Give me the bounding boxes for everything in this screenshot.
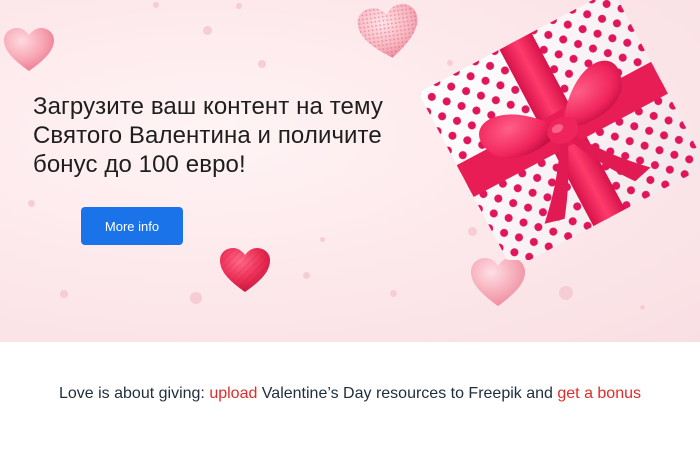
upload-link[interactable]: upload bbox=[209, 385, 257, 402]
valentine-banner: Загрузите ваш контент на тему Святого Ва… bbox=[0, 0, 700, 342]
heart-icon bbox=[4, 28, 54, 71]
promo-footer: Love is about giving: upload Valentine’s… bbox=[0, 342, 700, 450]
bokeh-dot bbox=[236, 3, 242, 9]
bokeh-dot bbox=[303, 272, 310, 279]
bokeh-dot bbox=[203, 26, 212, 35]
bokeh-dot bbox=[559, 286, 573, 300]
bokeh-dot bbox=[60, 290, 68, 298]
banner-headline: Загрузите ваш контент на тему Святого Ва… bbox=[33, 93, 383, 178]
bokeh-dot bbox=[258, 60, 266, 68]
bokeh-dot bbox=[190, 292, 202, 304]
bokeh-dot bbox=[390, 290, 397, 297]
bokeh-dot bbox=[640, 305, 645, 310]
heart-icon bbox=[220, 248, 270, 292]
bokeh-dot bbox=[320, 237, 325, 242]
bokeh-dot bbox=[28, 200, 35, 207]
tagline-text: Valentine’s Day resources to Freepik and bbox=[257, 385, 558, 402]
more-info-button[interactable]: More info bbox=[81, 207, 183, 245]
promo-tagline: Love is about giving: upload Valentine’s… bbox=[20, 382, 680, 406]
tagline-text: Love is about giving: bbox=[58, 385, 210, 402]
page: Загрузите ваш контент на тему Святого Ва… bbox=[0, 0, 700, 450]
gift-box-illustration bbox=[420, 0, 700, 260]
bokeh-dot bbox=[153, 2, 159, 8]
get-bonus-link[interactable]: get a bonus bbox=[557, 385, 641, 402]
heart-icon bbox=[471, 258, 525, 306]
